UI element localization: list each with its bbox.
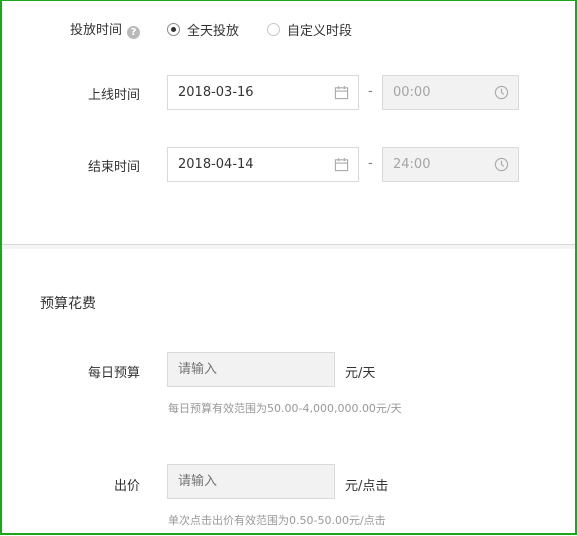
range-separator: - — [368, 84, 373, 99]
online-date-picker[interactable]: 2018-03-16 — [167, 75, 359, 110]
end-date-picker[interactable]: 2018-04-14 — [167, 147, 359, 182]
radio-checked-icon — [167, 23, 180, 36]
clock-icon — [494, 85, 509, 100]
daily-budget-input[interactable] — [167, 352, 335, 387]
bid-input[interactable] — [167, 464, 335, 499]
online-time-label: 上线时间 — [87, 88, 140, 103]
schedule-label: 投放时间? — [70, 19, 140, 39]
daily-budget-unit: 元/天 — [345, 366, 376, 381]
end-time-picker[interactable]: 24:00 — [382, 147, 519, 182]
daily-budget-label: 每日预算 — [87, 366, 140, 381]
calendar-icon — [334, 85, 349, 100]
bid-label: 出价 — [113, 479, 140, 494]
clock-icon — [494, 157, 509, 172]
daily-budget-hint: 每日预算有效范围为50.00-4,000,000.00元/天 — [168, 402, 402, 415]
bid-hint: 单次点击出价有效范围为0.50-50.00元/点击 — [168, 514, 386, 527]
radio-unchecked-icon — [267, 23, 280, 36]
budget-section-title: 预算花费 — [40, 296, 96, 312]
end-time-label: 结束时间 — [87, 160, 140, 175]
calendar-icon — [334, 157, 349, 172]
bid-unit: 元/点击 — [345, 479, 389, 494]
online-time-picker[interactable]: 00:00 — [382, 75, 519, 110]
settings-panel: 投放时间? 全天投放 自定义时段 上线时间 2018-03-16 - 00:00… — [0, 0, 577, 535]
help-icon[interactable]: ? — [127, 26, 140, 39]
radio-custom-period[interactable]: 自定义时段 — [267, 20, 352, 39]
range-separator: - — [368, 156, 373, 171]
radio-all-day[interactable]: 全天投放 — [167, 20, 239, 39]
section-divider-shadow — [2, 245, 575, 249]
